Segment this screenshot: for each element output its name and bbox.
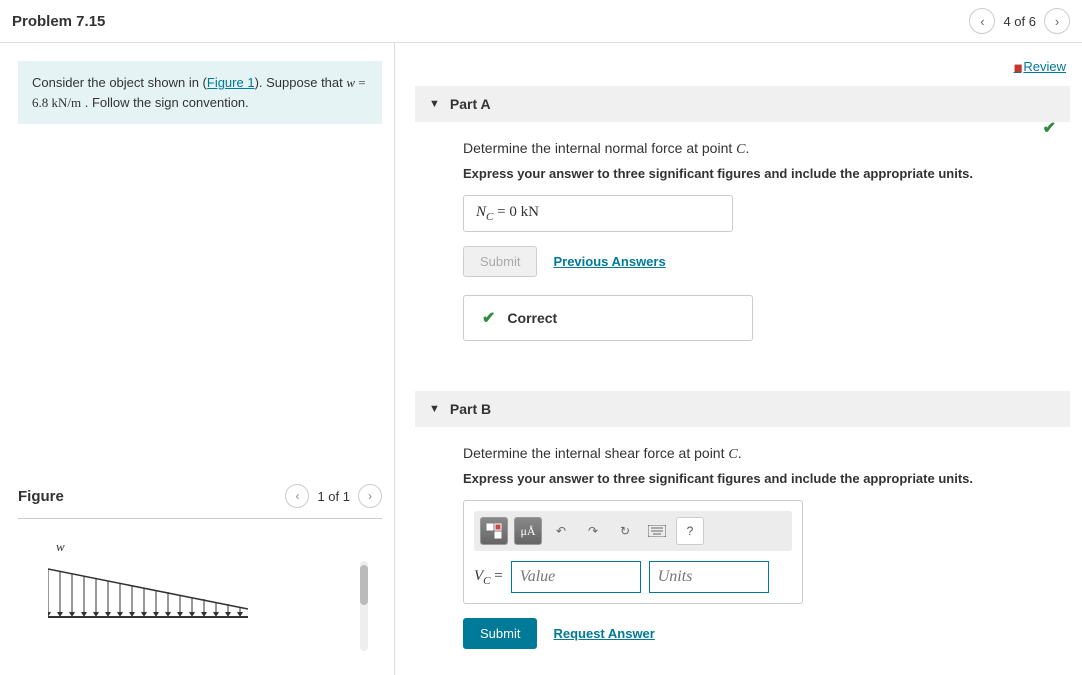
previous-answers-link[interactable]: Previous Answers bbox=[553, 254, 665, 269]
problem-counter: 4 of 6 bbox=[1003, 14, 1036, 29]
help-button[interactable]: ? bbox=[676, 517, 704, 545]
part-a-header[interactable]: ▼ Part A ✔ bbox=[415, 86, 1070, 122]
part-b-body: Determine the internal shear force at po… bbox=[415, 427, 1070, 675]
part-a-prompt: Determine the internal normal force at p… bbox=[463, 140, 1050, 158]
keyboard-button[interactable] bbox=[644, 517, 670, 545]
figure-section: Figure ‹ 1 of 1 › w bbox=[18, 484, 382, 619]
equation-toolbar: μÅ ↶ ↷ ↻ ? bbox=[474, 511, 792, 551]
left-panel: Consider the object shown in (Figure 1).… bbox=[0, 43, 395, 675]
problem-text-3: . Follow the sign convention. bbox=[81, 95, 249, 110]
correct-feedback: ✔ Correct bbox=[463, 295, 753, 341]
correct-label: Correct bbox=[507, 310, 557, 326]
value-input[interactable] bbox=[511, 561, 641, 593]
figure-link[interactable]: Figure 1 bbox=[207, 75, 255, 90]
next-problem-button[interactable]: › bbox=[1044, 8, 1070, 34]
part-b-prompt: Determine the internal shear force at po… bbox=[463, 445, 1050, 463]
figure-w-label: w bbox=[56, 539, 65, 555]
request-answer-link[interactable]: Request Answer bbox=[553, 626, 654, 641]
problem-text-1: Consider the object shown in ( bbox=[32, 75, 207, 90]
reset-button[interactable]: ↻ bbox=[612, 517, 638, 545]
figure-canvas: w bbox=[18, 519, 382, 619]
page-header: Problem 7.15 ‹ 4 of 6 › bbox=[0, 0, 1082, 43]
problem-title: Problem 7.15 bbox=[12, 13, 105, 30]
problem-statement: Consider the object shown in (Figure 1).… bbox=[18, 61, 382, 124]
check-icon: ✔ bbox=[482, 308, 495, 328]
figure-prev-button[interactable]: ‹ bbox=[285, 484, 309, 508]
right-panel: Review ▼ Part A ✔ Determine the internal… bbox=[395, 43, 1082, 675]
figure-scrollbar[interactable] bbox=[360, 561, 368, 651]
part-a-answer-display: NC = 0 kN bbox=[463, 195, 733, 232]
part-a-check-icon: ✔ bbox=[1043, 118, 1056, 138]
beam-diagram bbox=[48, 559, 268, 619]
redo-button[interactable]: ↷ bbox=[580, 517, 606, 545]
collapse-icon: ▼ bbox=[429, 403, 440, 415]
units-tool-button[interactable]: μÅ bbox=[514, 517, 542, 545]
figure-counter: 1 of 1 bbox=[317, 489, 350, 504]
part-a-body: Determine the internal normal force at p… bbox=[415, 122, 1070, 361]
part-b-title: Part B bbox=[450, 401, 491, 417]
units-input[interactable] bbox=[649, 561, 769, 593]
review-link[interactable]: Review bbox=[1014, 59, 1066, 74]
part-b-instruction: Express your answer to three significant… bbox=[463, 471, 1050, 486]
part-a-title: Part A bbox=[450, 96, 491, 112]
figure-title: Figure bbox=[18, 488, 64, 505]
figure-next-button[interactable]: › bbox=[358, 484, 382, 508]
collapse-icon: ▼ bbox=[429, 98, 440, 110]
prev-problem-button[interactable]: ‹ bbox=[969, 8, 995, 34]
part-a-instruction: Express your answer to three significant… bbox=[463, 166, 1050, 181]
part-b-submit-button[interactable]: Submit bbox=[463, 618, 537, 649]
answer-input-panel: μÅ ↶ ↷ ↻ ? VC = bbox=[463, 500, 803, 604]
undo-button[interactable]: ↶ bbox=[548, 517, 574, 545]
problem-nav: ‹ 4 of 6 › bbox=[969, 8, 1070, 34]
problem-text-2: ). Suppose that bbox=[255, 75, 347, 90]
template-tool-button[interactable] bbox=[480, 517, 508, 545]
part-b-header[interactable]: ▼ Part B bbox=[415, 391, 1070, 427]
vc-variable-label: VC = bbox=[474, 568, 503, 587]
part-a-submit-button: Submit bbox=[463, 246, 537, 277]
